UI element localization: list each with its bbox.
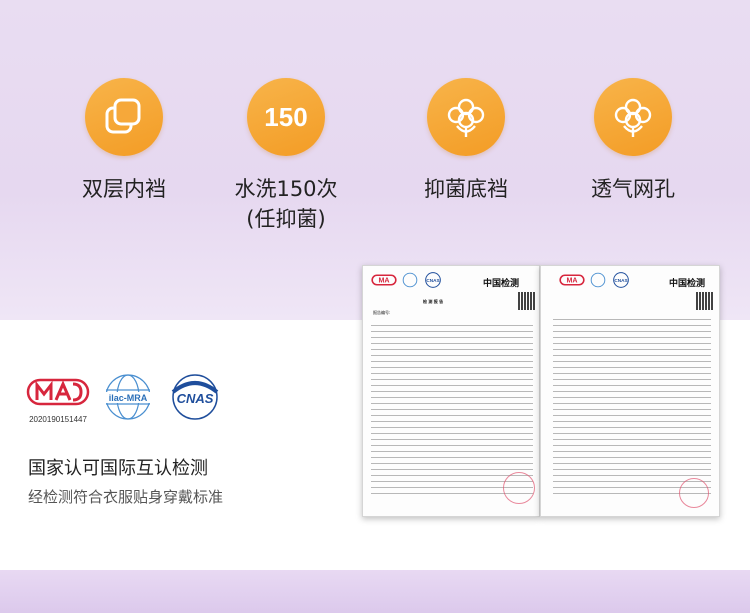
- report-header: MA CNAS 中国检测: [363, 266, 539, 310]
- cotton-badge: [427, 78, 505, 156]
- qr-code: [518, 292, 536, 310]
- ilac-mra-icon: [402, 272, 418, 288]
- feature-wash-150: 150 水洗150次 (任抑菌): [206, 78, 366, 234]
- bottom-strip: [0, 570, 750, 613]
- feature-double-layer: 双层内裆: [44, 78, 204, 204]
- report-table: [371, 320, 533, 494]
- cma-number: 2020190151447: [29, 415, 87, 424]
- layers-badge: [85, 78, 163, 156]
- cma-icon: [26, 378, 90, 406]
- feature-label: 透气网孔: [591, 177, 675, 201]
- feature-antibacterial: 抑菌底裆: [386, 78, 546, 204]
- ilac-mra-logo: ilac-MRA: [99, 372, 157, 422]
- svg-text:MA: MA: [566, 277, 577, 285]
- feature-label: 抑菌底裆: [424, 177, 508, 201]
- report-stamp: [679, 478, 709, 508]
- cnas-logo: CNAS: [165, 372, 225, 422]
- svg-text:ilac-MRA: ilac-MRA: [109, 393, 148, 403]
- feature-label: 双层内裆: [82, 177, 166, 201]
- certification-subtitle: 经检测符合衣服贴身穿戴标准: [28, 488, 224, 506]
- svg-text:CNAS: CNAS: [614, 278, 627, 283]
- cma-icon: MA: [371, 274, 397, 286]
- feature-label: 水洗150次: [234, 177, 338, 201]
- report-table: [553, 314, 711, 494]
- cma-icon: MA: [559, 274, 585, 286]
- cma-logo: 2020190151447: [25, 372, 91, 424]
- cotton-badge: [594, 78, 672, 156]
- svg-text:CNAS: CNAS: [177, 391, 214, 406]
- badge-number: 150: [264, 101, 308, 132]
- test-report-1: MA CNAS 中国检测 检 测 报 告 报告编号:: [362, 265, 540, 517]
- cnas-icon: CNAS: [425, 272, 441, 288]
- svg-text:MA: MA: [378, 277, 389, 285]
- report-header: MA CNAS 中国检测: [541, 266, 719, 310]
- ilac-mra-icon: [590, 272, 606, 288]
- qr-code: [696, 292, 714, 310]
- cotton-icon: [447, 98, 485, 137]
- report-org: 中国检测: [483, 279, 520, 289]
- feature-breathable: 透气网孔: [553, 78, 713, 204]
- report-number: 报告编号:: [373, 310, 391, 315]
- report-org: 中国检测: [669, 279, 706, 289]
- ilac-mra-icon: ilac-MRA: [101, 374, 155, 420]
- certification-logos: 2020190151447 ilac-MRA CNAS: [25, 372, 230, 434]
- cnas-icon: CNAS: [613, 272, 629, 288]
- report-stamp: [503, 472, 535, 504]
- feature-label-sub: (任抑菌): [246, 207, 326, 231]
- certification-title: 国家认可国际互认检测: [28, 458, 208, 479]
- cotton-icon: [614, 98, 652, 137]
- layers-icon: [105, 98, 141, 134]
- svg-text:CNAS: CNAS: [426, 278, 439, 283]
- test-report-2: MA CNAS 中国检测: [540, 265, 720, 517]
- report-title: 检 测 报 告: [423, 299, 444, 304]
- wash-count-badge: 150: [247, 78, 325, 156]
- cnas-icon: CNAS: [171, 374, 219, 420]
